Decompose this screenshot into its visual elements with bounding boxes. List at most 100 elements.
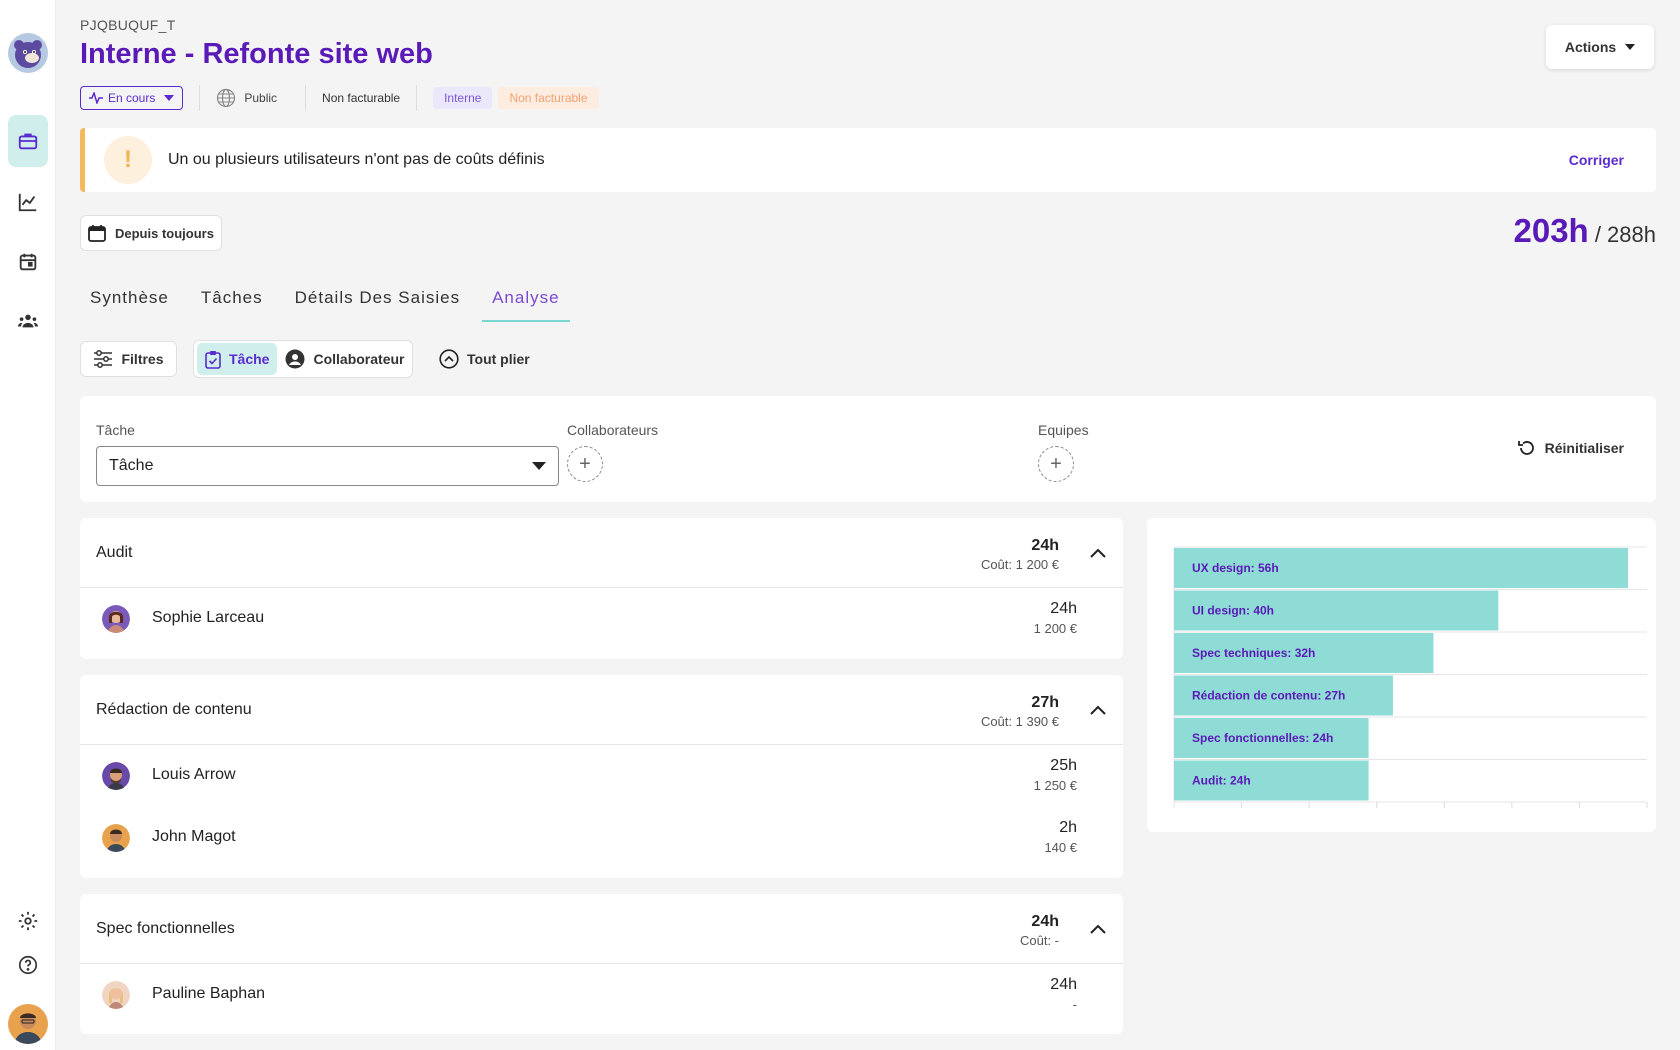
task-group-card: Spec fonctionnelles 24h Coût: - Pauline … bbox=[80, 894, 1123, 1034]
collaborator-hours: 2h bbox=[1059, 819, 1077, 836]
collaborator-hours: 24h bbox=[1050, 600, 1077, 617]
collapse-all-label: Tout plier bbox=[467, 351, 530, 367]
chevron-up-icon[interactable] bbox=[1089, 921, 1107, 939]
user-avatar[interactable] bbox=[8, 1004, 48, 1044]
warning-alert: ! Un ou plusieurs utilisateurs n'ont pas… bbox=[80, 128, 1656, 192]
chart-bar-label: UX design: 56h bbox=[1192, 561, 1279, 575]
group-by-collaborator[interactable]: Collaborateur bbox=[277, 343, 412, 375]
tab-taches[interactable]: Tâches bbox=[191, 274, 273, 322]
actions-label: Actions bbox=[1564, 39, 1617, 55]
status-dropdown[interactable]: En cours bbox=[80, 86, 184, 110]
collaborator-totals: 24h - bbox=[1050, 976, 1077, 1012]
period-picker-button[interactable]: Depuis toujours bbox=[80, 215, 222, 251]
collaborator-name: Pauline Baphan bbox=[152, 985, 265, 1002]
group-by-task[interactable]: Tâche bbox=[197, 343, 278, 375]
chart-bar-label: Rédaction de contenu: 27h bbox=[1192, 689, 1345, 703]
collaborators-filter-label: Collaborateurs bbox=[567, 422, 659, 438]
divider bbox=[305, 85, 307, 111]
filters-panel: Tâche Tâche Collaborateurs + Equipes + R… bbox=[80, 396, 1656, 502]
nav-calendar-icon[interactable] bbox=[8, 236, 48, 288]
billing-label: Non facturable bbox=[322, 91, 401, 105]
reset-button[interactable]: Réinitialiser bbox=[1517, 438, 1624, 458]
nav-projects-briefcase-icon[interactable] bbox=[8, 115, 48, 167]
task-group-hours: 24h bbox=[1031, 913, 1059, 930]
sliders-icon bbox=[94, 350, 113, 368]
period-label: Depuis toujours bbox=[115, 225, 214, 241]
teams-filter-label: Equipes bbox=[1038, 422, 1089, 438]
chevron-up-icon[interactable] bbox=[1089, 702, 1107, 720]
collaborator-totals: 25h 1 250 € bbox=[1034, 757, 1077, 793]
collaborator-cost: 1 200 € bbox=[1033, 621, 1077, 636]
task-group-card: Rédaction de contenu 27h Coût: 1 390 € L… bbox=[80, 675, 1123, 878]
task-group-name: Audit bbox=[96, 544, 133, 561]
sidebar bbox=[0, 0, 56, 1050]
task-filter-label: Tâche bbox=[96, 422, 135, 438]
caret-down-icon bbox=[532, 462, 546, 470]
task-group-card: Audit 24h Coût: 1 200 € Sophie Larceau 2… bbox=[80, 518, 1123, 659]
task-group-hours: 24h bbox=[1031, 537, 1059, 554]
task-hours-chart: UX design: 56h UI design: 40h Spec techniq… bbox=[1147, 518, 1656, 832]
hours-summary: 203h / 288h bbox=[1513, 212, 1656, 250]
status-label: En cours bbox=[108, 91, 156, 105]
filters-button[interactable]: Filtres bbox=[80, 341, 177, 377]
chart-bar-label: UI design: 40h bbox=[1192, 604, 1274, 618]
hours-done: 203h bbox=[1513, 212, 1589, 249]
nav-team-users-icon[interactable] bbox=[8, 295, 48, 347]
add-collaborator-plus-icon[interactable]: + bbox=[567, 446, 603, 482]
actions-button[interactable]: Actions bbox=[1546, 25, 1654, 69]
calendar-icon bbox=[88, 225, 106, 242]
collapse-all-button[interactable]: Tout plier bbox=[439, 349, 530, 369]
page-title: Interne - Refonte site web bbox=[80, 38, 433, 70]
group-by-collaborator-label: Collaborateur bbox=[313, 351, 405, 367]
analysis-toolbar: Filtres Tâche Collaborateur Tout plier bbox=[80, 340, 530, 378]
collaborator-cost: 140 € bbox=[1044, 840, 1077, 855]
chart-bar-label: Spec fonctionnelles: 24h bbox=[1192, 731, 1333, 745]
task-group-header[interactable]: Spec fonctionnelles 24h Coût: - bbox=[80, 894, 1123, 964]
collaborator-cost: - bbox=[1072, 997, 1077, 1012]
collaborator-hours: 24h bbox=[1050, 976, 1077, 993]
hours-planned: / 288h bbox=[1594, 222, 1656, 247]
group-by-task-label: Tâche bbox=[229, 351, 270, 367]
add-team-plus-icon[interactable]: + bbox=[1038, 446, 1074, 482]
bar-chart-svg: UX design: 56h UI design: 40h Spec techniq… bbox=[1173, 546, 1648, 808]
alert-message: Un ou plusieurs utilisateurs n'ont pas d… bbox=[168, 151, 545, 168]
avatar bbox=[102, 981, 130, 1009]
collaborator-totals: 24h 1 200 € bbox=[1034, 600, 1077, 636]
collaborator-name: Sophie Larceau bbox=[152, 609, 265, 626]
chevron-up-circle-icon bbox=[439, 349, 459, 369]
task-group-totals: 24h Coût: - bbox=[1020, 913, 1059, 948]
fix-link[interactable]: Corriger bbox=[1569, 152, 1624, 168]
app-logo[interactable] bbox=[8, 33, 48, 73]
task-group-header[interactable]: Audit 24h Coût: 1 200 € bbox=[80, 518, 1123, 588]
visibility-label: Public bbox=[244, 91, 278, 105]
warning-exclamation-icon: ! bbox=[104, 136, 152, 184]
reset-label: Réinitialiser bbox=[1544, 440, 1624, 456]
clipboard-check-icon bbox=[205, 350, 221, 369]
caret-down-icon bbox=[1625, 44, 1636, 50]
table-row: Pauline Baphan 24h - bbox=[80, 964, 1123, 1026]
avatar bbox=[102, 824, 130, 852]
task-group-cost: Coût: 1 200 € bbox=[980, 557, 1059, 572]
task-group-cost: Coût: - bbox=[1019, 933, 1059, 948]
tab-details-saisies[interactable]: Détails Des Saisies bbox=[285, 274, 470, 322]
avatar bbox=[102, 762, 130, 790]
chip-interne: Interne bbox=[433, 87, 493, 109]
divider bbox=[416, 85, 418, 111]
task-group-totals: 27h Coût: 1 390 € bbox=[981, 694, 1059, 729]
main-content: PJQBUQUF_T Interne - Refonte site web Ac… bbox=[56, 0, 1680, 1050]
divider bbox=[199, 85, 201, 111]
tab-analyse[interactable]: Analyse bbox=[482, 274, 570, 322]
chevron-up-icon[interactable] bbox=[1089, 545, 1107, 563]
chart-bar-label: Audit: 24h bbox=[1192, 774, 1251, 788]
collaborator-name: John Magot bbox=[152, 828, 236, 845]
collaborator-cost: 1 250 € bbox=[1033, 778, 1077, 793]
nav-reports-chart-icon[interactable] bbox=[8, 176, 48, 228]
task-group-name: Spec fonctionnelles bbox=[96, 920, 235, 937]
task-filter-select[interactable]: Tâche bbox=[96, 446, 559, 486]
help-question-icon[interactable] bbox=[8, 939, 48, 991]
filters-label: Filtres bbox=[121, 351, 164, 367]
tab-synthese[interactable]: Synthèse bbox=[80, 274, 179, 322]
caret-down-icon bbox=[164, 95, 175, 101]
task-group-header[interactable]: Rédaction de contenu 27h Coût: 1 390 € bbox=[80, 675, 1123, 745]
task-group-name: Rédaction de contenu bbox=[96, 701, 252, 718]
